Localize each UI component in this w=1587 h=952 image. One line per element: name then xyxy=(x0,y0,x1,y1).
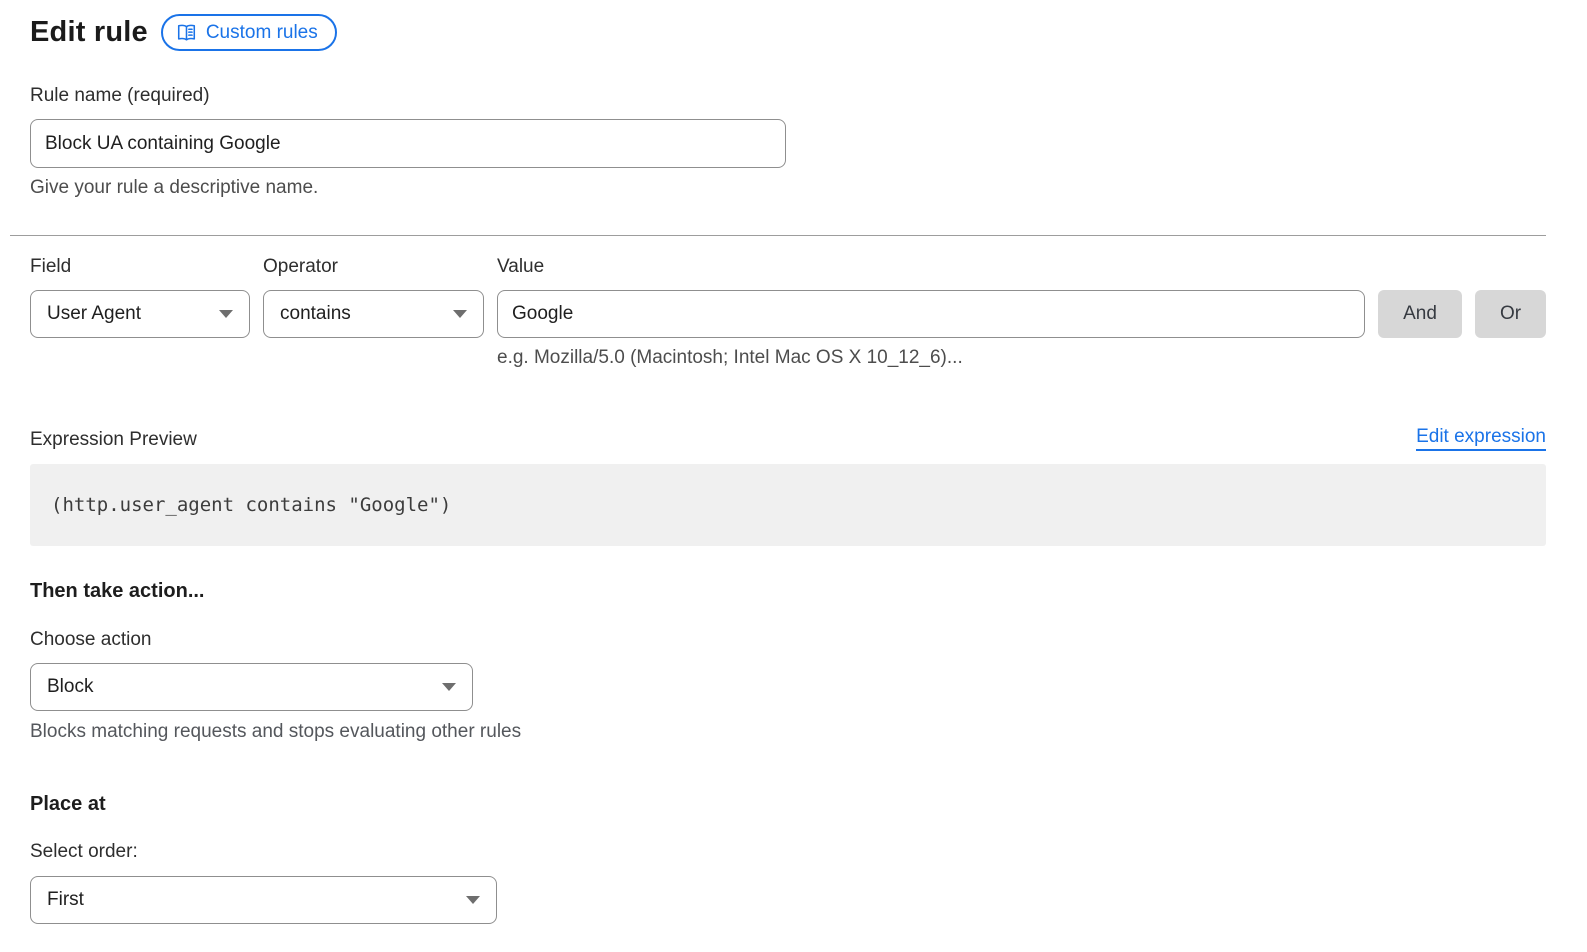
open-book-icon xyxy=(176,23,197,42)
field-label: Field xyxy=(30,256,250,278)
operator-select[interactable]: contains xyxy=(263,290,484,338)
custom-rules-button-label: Custom rules xyxy=(206,22,318,44)
expression-builder-row: Field User Agent Operator contains Value… xyxy=(30,256,1546,369)
page-title: Edit rule xyxy=(30,16,148,49)
page-header: Edit rule Custom rules xyxy=(30,14,1546,51)
action-select-value: Block xyxy=(47,676,93,698)
section-divider xyxy=(10,235,1546,236)
edit-rule-page: Edit rule Custom rules Rule name (requir… xyxy=(0,0,1587,924)
and-button[interactable]: And xyxy=(1378,290,1462,338)
order-select-value: First xyxy=(47,889,84,911)
chevron-down-icon xyxy=(453,310,467,318)
expression-preview-header: Expression Preview Edit expression xyxy=(30,426,1546,451)
order-select[interactable]: First xyxy=(30,876,497,924)
value-label: Value xyxy=(497,256,1365,278)
chevron-down-icon xyxy=(219,310,233,318)
rule-name-helper: Give your rule a descriptive name. xyxy=(30,177,1546,199)
value-helper: e.g. Mozilla/5.0 (Macintosh; Intel Mac O… xyxy=(497,347,1365,369)
chevron-down-icon xyxy=(466,896,480,904)
expression-text: (http.user_agent contains "Google") xyxy=(51,494,451,516)
or-button[interactable]: Or xyxy=(1475,290,1546,338)
choose-action-label: Choose action xyxy=(30,629,1546,651)
edit-expression-link[interactable]: Edit expression xyxy=(1416,426,1546,451)
field-select[interactable]: User Agent xyxy=(30,290,250,338)
field-column: Field User Agent xyxy=(30,256,250,338)
action-select[interactable]: Block xyxy=(30,663,473,711)
chevron-down-icon xyxy=(442,683,456,691)
place-at-heading: Place at xyxy=(30,793,1546,816)
select-order-label: Select order: xyxy=(30,841,1546,863)
field-select-value: User Agent xyxy=(47,303,141,325)
custom-rules-button[interactable]: Custom rules xyxy=(161,14,337,51)
value-input[interactable] xyxy=(497,290,1365,338)
expression-preview-label: Expression Preview xyxy=(30,429,197,451)
rule-name-input[interactable] xyxy=(30,119,786,168)
operator-column: Operator contains xyxy=(263,256,484,338)
rule-name-label: Rule name (required) xyxy=(30,85,1546,107)
operator-select-value: contains xyxy=(280,303,351,325)
action-helper: Blocks matching requests and stops evalu… xyxy=(30,721,1546,743)
expression-preview-box: (http.user_agent contains "Google") xyxy=(30,464,1546,546)
operator-label: Operator xyxy=(263,256,484,278)
value-column: Value e.g. Mozilla/5.0 (Macintosh; Intel… xyxy=(497,256,1365,369)
action-heading: Then take action... xyxy=(30,580,1546,603)
